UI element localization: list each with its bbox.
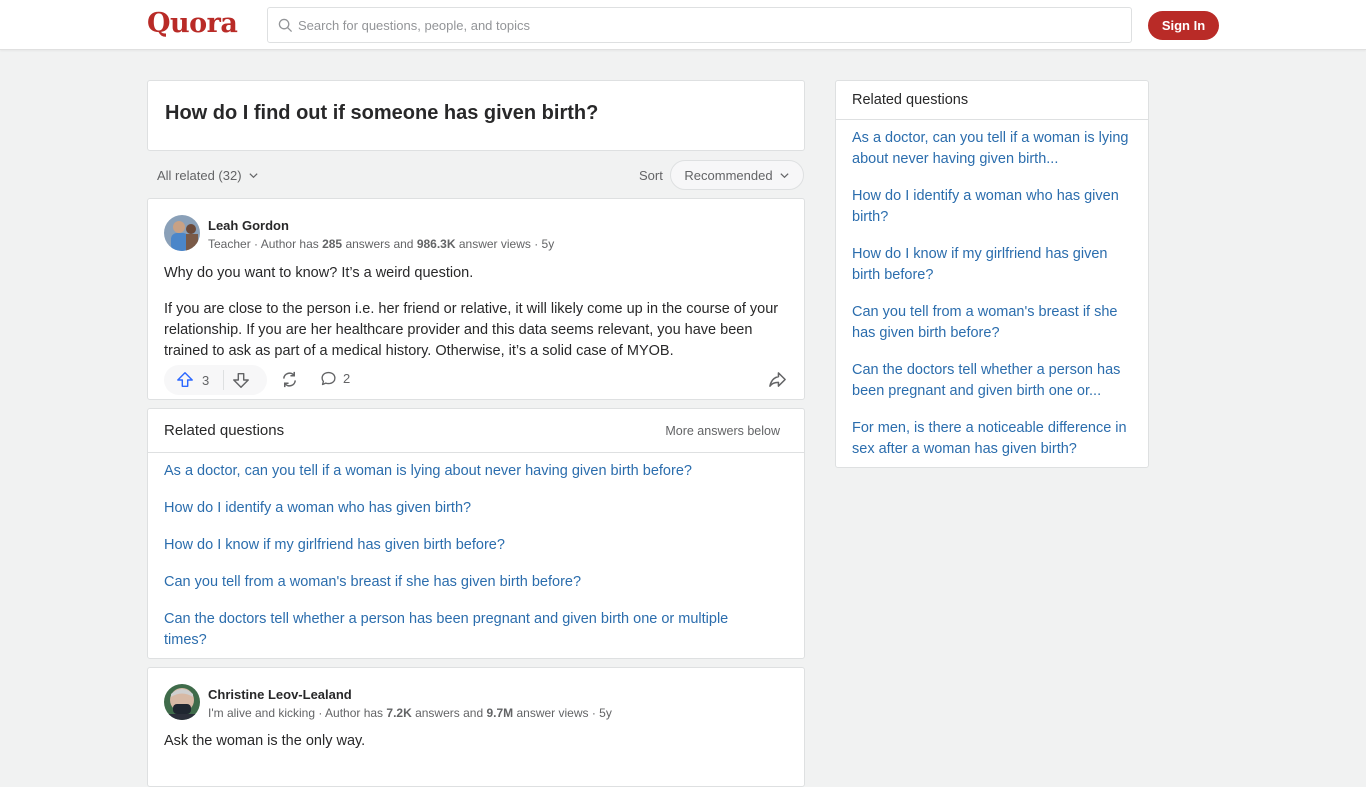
search-box[interactable] <box>267 7 1132 43</box>
views-count: 986.3K <box>416 237 456 251</box>
meta-text: answers and <box>411 706 487 720</box>
upvote-icon <box>177 372 193 388</box>
author-name[interactable]: Christine Leov-Lealand <box>208 687 352 702</box>
sort-value: Recommended <box>684 167 773 183</box>
vote-divider <box>223 370 225 390</box>
comment-button[interactable]: 2 <box>320 370 350 387</box>
sidebar-question-link[interactable]: As a doctor, can you tell if a woman is … <box>852 128 1137 170</box>
sidebar-question-link[interactable]: Can the doctors tell whether a person ha… <box>852 360 1137 402</box>
answers-count: 285 <box>322 237 343 251</box>
meta-text: · Author has <box>250 237 323 251</box>
related-question-link[interactable]: Can you tell from a woman's breast if sh… <box>164 572 774 593</box>
share-icon <box>769 372 786 387</box>
answer-paragraph: If you are close to the person i.e. her … <box>164 301 779 359</box>
vote-pill: 3 <box>164 365 267 395</box>
search-icon <box>278 18 293 32</box>
meta-text: answer views · 5y <box>455 237 555 251</box>
all-related-dropdown[interactable]: All related (32) <box>157 168 259 183</box>
sign-in-button[interactable]: Sign In <box>1148 11 1219 40</box>
answer-card: Christine Leov-Lealand I'm alive and kic… <box>147 667 805 787</box>
meta-text: · Author has <box>315 706 387 720</box>
related-question-link[interactable]: How do I know if my girlfriend has given… <box>164 535 774 556</box>
filter-bar: All related (32) Sort Recommended <box>147 160 805 190</box>
top-navbar: Quora Sign In <box>0 0 1366 50</box>
question-card: How do I find out if someone has given b… <box>147 80 805 151</box>
chevron-down-icon <box>779 172 789 178</box>
upvote-button[interactable]: 3 <box>176 371 209 389</box>
related-question-link[interactable]: Can the doctors tell whether a person ha… <box>164 609 774 651</box>
question-title: How do I find out if someone has given b… <box>165 102 599 124</box>
author-credential: I'm alive and kicking · Author has 7.2K … <box>208 706 612 720</box>
author-credential: Teacher · Author has 285 answers and 986… <box>208 237 554 251</box>
sidebar-title: Related questions <box>852 92 969 108</box>
sidebar-header: Related questions <box>836 81 1148 120</box>
more-answers-below: More answers below <box>665 424 780 438</box>
downvote-button[interactable] <box>232 371 250 389</box>
reshare-icon <box>283 371 296 388</box>
quora-logo[interactable]: Quora <box>147 8 238 39</box>
answer-paragraph: Ask the woman is the only way. <box>164 733 366 749</box>
related-questions-inline: Related questions More answers below As … <box>147 408 805 659</box>
meta-text: answer views · 5y <box>513 706 612 720</box>
comment-count: 2 <box>343 371 351 386</box>
related-question-link[interactable]: As a doctor, can you tell if a woman is … <box>164 461 774 482</box>
answer-paragraph: Why do you want to know? It’s a weird qu… <box>164 265 474 281</box>
downvote-icon <box>233 372 250 388</box>
meta-text: answers and <box>342 237 417 251</box>
upvote-count: 3 <box>202 372 210 388</box>
answer-card: Leah Gordon Teacher · Author has 285 ans… <box>147 198 805 400</box>
views-count: 9.7M <box>486 706 514 720</box>
author-name[interactable]: Leah Gordon <box>208 218 289 233</box>
sidebar-question-link[interactable]: Can you tell from a woman's breast if sh… <box>852 302 1137 344</box>
search-input[interactable] <box>298 17 1098 33</box>
sidebar-question-link[interactable]: How do I know if my girlfriend has given… <box>852 244 1137 286</box>
related-questions-title: Related questions <box>164 422 285 439</box>
sidebar-question-link[interactable]: For men, is there a noticeable differenc… <box>852 418 1137 460</box>
avatar[interactable] <box>164 684 200 720</box>
answers-count: 7.2K <box>386 706 412 720</box>
chevron-down-icon <box>248 173 258 179</box>
sidebar-related-questions: Related questions As a doctor, can you t… <box>835 80 1149 468</box>
answer-actions: 3 2 <box>164 365 790 395</box>
sort-label: Sort <box>639 168 663 183</box>
share-button[interactable] <box>768 370 787 389</box>
all-related-label: All related (32) <box>157 168 242 183</box>
comment-icon <box>321 371 336 386</box>
sort-dropdown[interactable]: Recommended <box>670 160 804 190</box>
avatar[interactable] <box>164 215 200 251</box>
sidebar-question-link[interactable]: How do I identify a woman who has given … <box>852 186 1137 228</box>
related-question-link[interactable]: How do I identify a woman who has given … <box>164 498 774 519</box>
share-reshare-button[interactable] <box>280 370 299 389</box>
related-questions-header: Related questions More answers below <box>148 409 804 453</box>
credential-text: Teacher <box>208 237 251 251</box>
credential-text: I'm alive and kicking <box>208 706 316 720</box>
